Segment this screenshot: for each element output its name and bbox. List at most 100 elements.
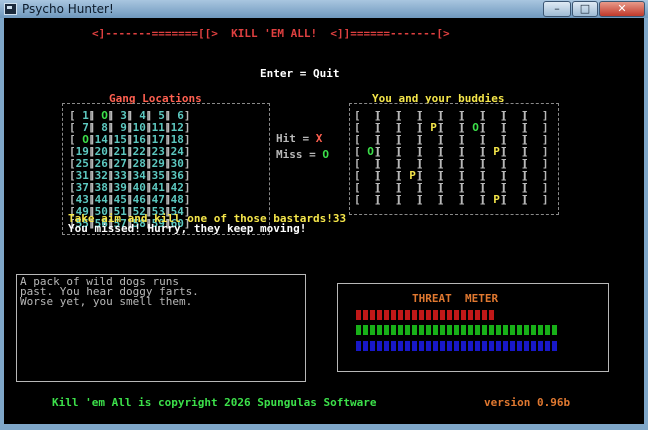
threat-segment: [461, 325, 466, 335]
threat-segment: [531, 325, 536, 335]
threat-segment: [412, 310, 417, 320]
threat-segment: [426, 341, 431, 351]
buddy-cell: [ ]: [375, 193, 402, 206]
threat-segment: [384, 325, 389, 335]
buddy-cell: [ ]: [417, 193, 444, 206]
buddy-cell: [ ]: [501, 193, 528, 206]
threat-segment: [552, 341, 557, 351]
threat-segment: [426, 325, 431, 335]
threat-segment: [475, 325, 480, 335]
threat-segment: [489, 325, 494, 335]
buddy-cells: [ ][ ][ ][ ][ ][ ][ ][ ][ ][ ][ ][ ][ P]…: [354, 110, 549, 206]
buddy-cell: [ ]: [438, 193, 465, 206]
app-window: Psycho Hunter! – □ ✕ <]-------=======[[>…: [0, 0, 648, 430]
threat-segment: [454, 325, 459, 335]
threat-segment: [482, 310, 487, 320]
threat-segment: [391, 325, 396, 335]
threat-segment: [517, 341, 522, 351]
threat-segment: [468, 341, 473, 351]
threat-segment: [377, 325, 382, 335]
threat-segment: [440, 325, 445, 335]
threat-segment: [363, 341, 368, 351]
threat-segment: [531, 341, 536, 351]
threat-segment: [489, 341, 494, 351]
threat-segment: [433, 341, 438, 351]
version: version 0.96b: [484, 396, 571, 409]
buddy-cell: [ ]: [354, 193, 381, 206]
threat-segment: [538, 325, 543, 335]
window-title: Psycho Hunter!: [22, 2, 114, 16]
threat-segment: [496, 341, 501, 351]
threat-segment: [454, 310, 459, 320]
threat-segment: [412, 325, 417, 335]
threat-segment: [454, 341, 459, 351]
threat-segment: [377, 310, 382, 320]
threat-segment: [419, 310, 424, 320]
threat-segment: [461, 341, 466, 351]
threat-segment: [538, 341, 543, 351]
close-button[interactable]: ✕: [599, 1, 645, 17]
buddy-cell-value: P: [486, 193, 500, 206]
buddy-cell: [ P]: [480, 193, 507, 206]
hit-label: Hit =: [276, 132, 310, 145]
threat-segment: [545, 341, 550, 351]
maximize-button[interactable]: □: [572, 1, 598, 17]
threat-segment: [468, 310, 473, 320]
threat-segment: [398, 325, 403, 335]
threat-segment: [370, 310, 375, 320]
miss-label: Miss =: [276, 148, 316, 161]
buddy-cell-value: [361, 193, 374, 206]
threat-segment: [496, 325, 501, 335]
hit-symbol: X: [315, 132, 323, 145]
threat-segment: [405, 341, 410, 351]
app-icon: [4, 3, 17, 15]
story-panel: A pack of wild dogs runs past. You hear …: [16, 274, 306, 382]
threat-bar-red: [356, 310, 494, 320]
threat-segment: [356, 341, 361, 351]
miss-legend: Miss = O: [276, 149, 329, 161]
threat-segment: [370, 341, 375, 351]
story-text: A pack of wild dogs runs past. You hear …: [20, 276, 199, 307]
threat-segment: [419, 341, 424, 351]
buddy-cell: [ ]: [459, 193, 486, 206]
buddy-cell: [ ]: [522, 193, 549, 206]
threat-segment: [433, 325, 438, 335]
threat-segment: [489, 310, 494, 320]
title-bar[interactable]: Psycho Hunter! – □ ✕: [0, 0, 648, 18]
buddy-cell: [ ]: [396, 193, 423, 206]
threat-segment: [510, 325, 515, 335]
banner: <]-------=======[[> KILL 'EM ALL! <]]===…: [92, 27, 450, 40]
threat-segment: [377, 341, 382, 351]
buddy-cell-value: [466, 193, 479, 206]
threat-segment: [398, 341, 403, 351]
threat-segment: [412, 341, 417, 351]
threat-segment: [370, 325, 375, 335]
buddy-cell-value: [529, 193, 542, 206]
threat-segment: [405, 310, 410, 320]
buddy-cell-value: [508, 193, 521, 206]
buddy-row: [ ][ ][ ][ ][ ][ ][ P][ ][ ]: [354, 193, 549, 206]
threat-segment: [384, 341, 389, 351]
miss-symbol: O: [322, 148, 329, 161]
threat-segment: [503, 325, 508, 335]
threat-segment: [475, 341, 480, 351]
threat-segment: [433, 310, 438, 320]
threat-segment: [475, 310, 480, 320]
threat-segment: [384, 310, 389, 320]
threat-segment: [524, 341, 529, 351]
threat-segment: [356, 325, 361, 335]
threat-segment: [447, 325, 452, 335]
threat-segment: [447, 310, 452, 320]
threat-bar-blue: [356, 341, 557, 351]
buddy-cell-value: [445, 193, 458, 206]
threat-segment: [503, 341, 508, 351]
threat-segment: [363, 310, 368, 320]
quit-hint: Enter = Quit: [260, 67, 340, 80]
threat-segment: [545, 325, 550, 335]
threat-panel: THREAT METER: [337, 283, 609, 372]
threat-segment: [447, 341, 452, 351]
threat-segment: [482, 341, 487, 351]
minimize-button[interactable]: –: [543, 1, 571, 17]
threat-segment: [356, 310, 361, 320]
buddy-cell-value: [424, 193, 437, 206]
